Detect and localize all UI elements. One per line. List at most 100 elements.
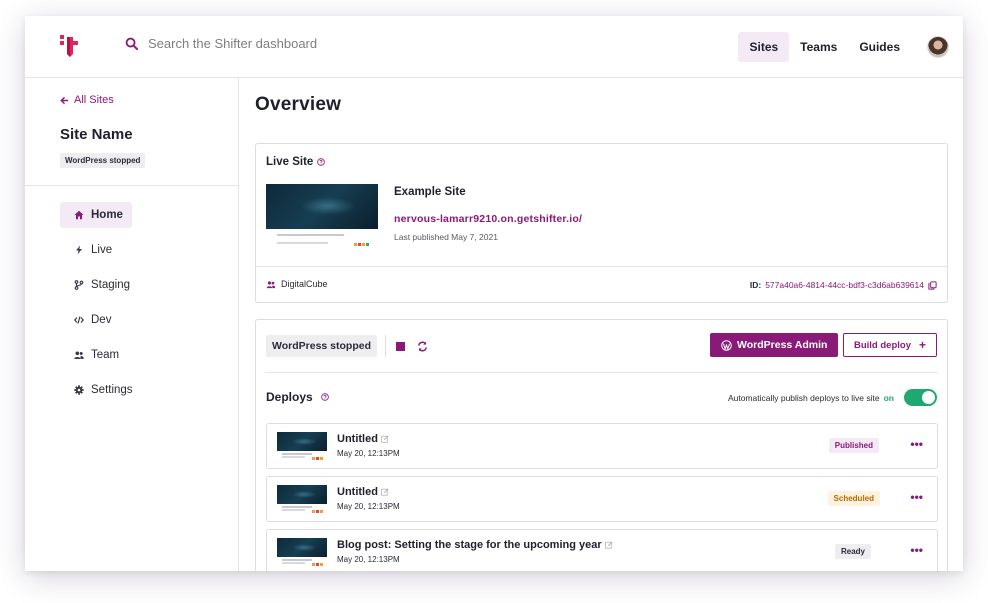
edit-icon[interactable] [381, 488, 389, 496]
deploy-title-text: Untitled [337, 486, 378, 498]
live-site-heading: Live Site [266, 156, 326, 168]
wordpress-admin-label: WordPress Admin [737, 339, 828, 351]
app-window: Sites Teams Guides All Sites Site Name W… [25, 16, 963, 571]
live-site-heading-label: Live Site [266, 156, 314, 168]
status-badge: Ready [834, 544, 871, 559]
code-icon [74, 316, 84, 324]
copy-icon[interactable] [928, 280, 937, 290]
deploy-title-text: Untitled [337, 433, 378, 445]
sidebar-item-label: Live [91, 244, 113, 256]
deploy-row[interactable]: Blog post: Setting the stage for the upc… [266, 529, 938, 571]
wordpress-admin-button[interactable]: WordPress Admin [710, 333, 839, 357]
deploy-card: WordPress stopped WordPress Admin Build … [255, 319, 948, 571]
user-avatar[interactable] [927, 36, 949, 58]
sidebar-nav: Home Live Staging Dev Team Settings [60, 202, 235, 412]
deploys-heading-label: Deploys [266, 390, 313, 404]
status-badge: Scheduled [827, 491, 880, 506]
branch-icon [74, 280, 84, 290]
auto-publish-setting: Automatically publish deploys to live si… [728, 389, 937, 406]
search-bar [125, 36, 368, 51]
auto-publish-text: Automatically publish deploys to live si… [727, 392, 880, 403]
site-id-label: ID: [749, 280, 762, 290]
bolt-icon [76, 245, 82, 255]
sidebar-item-label: Team [91, 349, 120, 361]
sidebar: All Sites Site Name WordPress stopped Ho… [25, 78, 239, 571]
top-bar: Sites Teams Guides [25, 16, 963, 78]
sidebar-item-live[interactable]: Live [60, 237, 132, 263]
deploy-title: Untitled [337, 433, 389, 445]
back-to-all-sites-link[interactable]: All Sites [60, 94, 114, 106]
live-site-card: Live Site Example Site nervous-lamarr921… [255, 143, 948, 303]
more-options-icon[interactable]: ••• [910, 490, 923, 504]
top-nav: Sites Teams Guides [738, 32, 949, 62]
auto-publish-state: on [883, 392, 894, 403]
deploy-divider [266, 372, 938, 373]
shifter-logo[interactable] [59, 34, 79, 58]
edit-icon[interactable] [381, 435, 389, 443]
deploy-date: May 20, 12:13PM [337, 502, 400, 511]
wordpress-status-badge: WordPress stopped [266, 335, 377, 357]
page-title: Overview [255, 94, 342, 115]
nav-guides[interactable]: Guides [848, 32, 911, 62]
sidebar-item-team[interactable]: Team [60, 342, 132, 368]
team-link[interactable]: DigitalCube [266, 279, 328, 289]
sidebar-item-dev[interactable]: Dev [60, 307, 132, 333]
deploy-thumbnail [277, 432, 327, 462]
live-site-title: Example Site [394, 186, 466, 198]
site-id: ID: 577a40a6-4814-44cc-bdf3-c3d6ab639614 [750, 280, 937, 290]
plus-icon: + [918, 338, 926, 352]
edit-icon[interactable] [604, 541, 613, 549]
live-site-published-date: Last published May 7, 2021 [394, 232, 498, 242]
sidebar-item-label: Settings [91, 384, 133, 396]
refresh-icon[interactable] [417, 341, 428, 352]
live-site-thumbnail[interactable] [266, 184, 378, 256]
help-icon[interactable] [320, 393, 329, 401]
deploy-title-text: Blog post: Setting the stage for the upc… [337, 539, 602, 551]
main-content: Overview Live Site Example Site nervous-… [240, 78, 963, 571]
site-status-badge: WordPress stopped [60, 153, 146, 168]
divider [385, 335, 386, 357]
home-icon [74, 210, 84, 220]
wordpress-controls: WordPress stopped [266, 335, 428, 357]
back-link-label: All Sites [74, 94, 114, 106]
deploy-row[interactable]: Untitled May 20, 12:13PM Scheduled ••• [266, 476, 938, 522]
help-icon[interactable] [317, 158, 326, 166]
search-input[interactable] [148, 36, 368, 51]
live-site-info: Example Site nervous-lamarr9210.on.getsh… [394, 186, 582, 242]
sidebar-item-label: Dev [91, 314, 112, 326]
deploy-title: Blog post: Setting the stage for the upc… [337, 539, 613, 551]
sidebar-divider [25, 185, 239, 186]
sidebar-item-home[interactable]: Home [60, 202, 132, 228]
deploy-thumbnail [277, 538, 327, 568]
gear-icon [74, 385, 84, 395]
site-id-value: 577a40a6-4814-44cc-bdf3-c3d6ab639614 [765, 280, 924, 290]
users-icon [266, 280, 276, 288]
users-icon [74, 351, 84, 359]
auto-publish-toggle[interactable] [904, 389, 937, 406]
live-site-url-link[interactable]: nervous-lamarr9210.on.getshifter.io/ [394, 213, 582, 225]
more-options-icon[interactable]: ••• [910, 437, 923, 451]
build-deploy-label: Build deploy [853, 339, 911, 351]
deploy-date: May 20, 12:13PM [337, 449, 400, 458]
stop-icon[interactable] [396, 341, 405, 351]
more-options-icon[interactable]: ••• [910, 543, 923, 557]
build-deploy-button[interactable]: Build deploy + [842, 333, 937, 357]
deploy-thumbnail [277, 485, 327, 515]
nav-teams[interactable]: Teams [789, 32, 848, 62]
deploy-row[interactable]: Untitled May 20, 12:13PM Published ••• [266, 423, 938, 469]
status-badge: Published [828, 438, 879, 453]
sidebar-item-staging[interactable]: Staging [60, 272, 132, 298]
site-name-heading: Site Name [60, 126, 133, 143]
sidebar-item-label: Home [91, 209, 123, 221]
sidebar-item-label: Staging [91, 279, 131, 291]
arrow-left-icon [60, 96, 69, 104]
team-name: DigitalCube [281, 279, 328, 289]
wordpress-icon [721, 339, 732, 351]
deploys-heading: Deploys [266, 390, 329, 404]
deploy-title: Untitled [337, 486, 389, 498]
sidebar-item-settings[interactable]: Settings [60, 377, 133, 403]
nav-sites[interactable]: Sites [738, 32, 790, 62]
live-site-divider [256, 266, 947, 267]
search-icon [125, 37, 138, 50]
deploy-date: May 20, 12:13PM [337, 555, 400, 564]
